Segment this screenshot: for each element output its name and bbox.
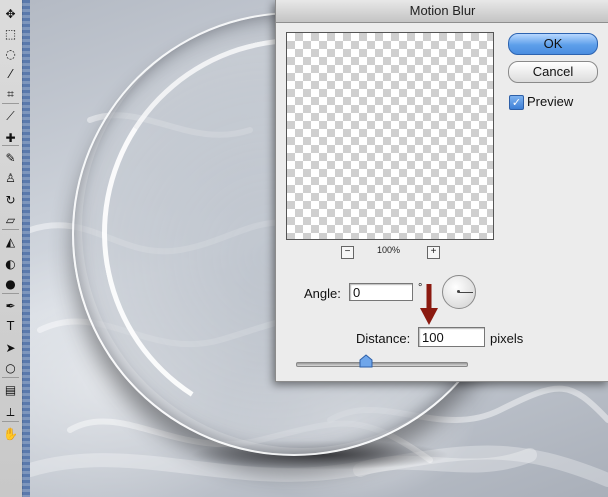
dialog-title[interactable]: Motion Blur [276,0,608,23]
toolbar-separator [2,103,19,104]
motion-blur-dialog: Motion Blur − 100% + OK Cancel ✓ Preview… [275,0,608,382]
path-selection-icon[interactable]: ➤ [1,338,20,358]
toolbar-separator [2,293,19,294]
preview-pane[interactable] [286,32,494,240]
eyedropper-icon[interactable]: ⟂ [1,402,20,422]
move-icon[interactable]: ✥ [1,4,20,24]
pixels-unit-label: pixels [490,331,524,346]
eraser-icon[interactable]: ▱ [1,210,20,230]
tools-panel: ✥ ⬚ ◌ ⁄ ⌗ ⟋ ✚ ✎ ♙ ↻ ▱ ◭ ◐ ● ✒ T ➤ ○ ▤ ⟂ ✋ [0,0,23,497]
dial-center-dot [457,290,460,293]
toolbar-separator [2,229,19,230]
marquee-icon[interactable]: ⬚ [1,24,20,44]
distance-label: Distance: [356,331,411,346]
distance-slider-thumb[interactable] [359,354,373,368]
preview-checkbox[interactable]: ✓ [509,95,524,110]
notes-icon[interactable]: ▤ [1,380,20,400]
zoom-out-button[interactable]: − [341,246,354,259]
slice-icon[interactable]: ⟋ [1,106,20,126]
angle-label: Angle: [304,286,341,301]
pen-icon[interactable]: ✒ [1,296,20,316]
toolbar-separator [2,145,19,146]
paint-bucket-icon[interactable]: ◭ [1,232,20,252]
dial-needle [459,292,473,293]
toolbar-edge [22,0,30,497]
angle-input[interactable]: 0 [349,283,413,301]
annotation-arrow-icon [420,284,438,325]
zoom-level: 100% [377,245,401,255]
blur-icon[interactable]: ◐ [1,254,20,274]
toolbar-separator [2,377,19,378]
clone-stamp-icon[interactable]: ♙ [1,168,20,188]
type-icon[interactable]: T [1,316,20,336]
zoom-in-button[interactable]: + [427,246,440,259]
crop-icon[interactable]: ⌗ [1,84,20,104]
brush-icon[interactable]: ✎ [1,148,20,168]
checkmark-icon: ✓ [511,96,522,109]
preview-label: Preview [527,94,574,109]
ok-button[interactable]: OK [508,33,598,55]
distance-slider-track[interactable] [296,362,468,367]
shape-icon[interactable]: ○ [1,358,20,378]
distance-input[interactable]: 100 [418,327,485,347]
cancel-button[interactable]: Cancel [508,61,598,83]
dodge-icon[interactable]: ● [1,274,20,294]
lasso-icon[interactable]: ◌ [1,44,20,64]
toolbar-separator [2,421,19,422]
hand-icon[interactable]: ✋ [1,424,20,444]
angle-dial[interactable] [442,275,476,309]
magic-wand-icon[interactable]: ⁄ [1,64,20,84]
history-brush-icon[interactable]: ↻ [1,190,20,210]
